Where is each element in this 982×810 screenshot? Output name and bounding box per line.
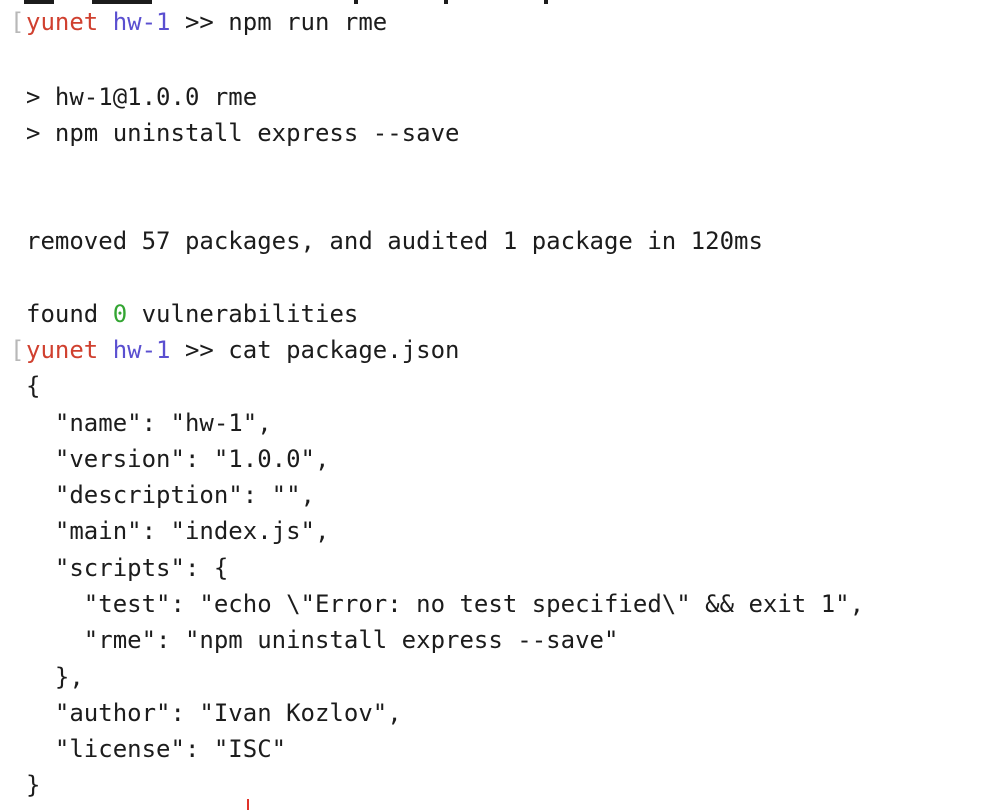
vulnerabilities-line: found 0 vulnerabilities bbox=[26, 296, 358, 332]
prompt-user: yunet bbox=[26, 336, 99, 364]
script-header-line: > hw-1@1.0.0 rme bbox=[26, 83, 258, 111]
terminal-window[interactable]: [ yunet hw-1 >> npm run rme > hw-1@1.0.0… bbox=[0, 0, 982, 810]
found-suffix: vulnerabilities bbox=[127, 300, 359, 328]
script-command-line: > npm uninstall express --save bbox=[26, 119, 460, 147]
json-line: "name": "hw-1", bbox=[26, 409, 272, 437]
text-cursor bbox=[247, 799, 249, 810]
prompt-command: cat package.json bbox=[228, 336, 460, 364]
json-line: "version": "1.0.0", bbox=[26, 445, 330, 473]
json-line: { bbox=[26, 372, 41, 400]
prompt-user: yunet bbox=[26, 8, 99, 36]
prompt-marker: [ bbox=[10, 336, 25, 364]
json-line: "rme": "npm uninstall express --save" bbox=[26, 626, 619, 654]
prompt-marker: [ bbox=[10, 8, 25, 36]
vulnerability-count: 0 bbox=[112, 300, 128, 328]
json-line: "scripts": { bbox=[26, 554, 229, 582]
prompt-separator: >> bbox=[170, 8, 229, 36]
prompt-line-2: yunet hw-1 >> cat package.json bbox=[26, 332, 459, 368]
json-line: }, bbox=[26, 663, 84, 691]
found-prefix: found bbox=[26, 300, 113, 328]
json-line: "main": "index.js", bbox=[26, 517, 330, 545]
json-line: "author": "Ivan Kozlov", bbox=[26, 699, 402, 727]
prompt-dir: hw-1 bbox=[112, 336, 171, 364]
prompt-dir: hw-1 bbox=[112, 8, 171, 36]
json-line: } bbox=[26, 771, 41, 799]
json-line: "description": "", bbox=[26, 481, 315, 509]
prompt-line-1: yunet hw-1 >> npm run rme bbox=[26, 4, 387, 40]
json-line: "license": "ISC" bbox=[26, 735, 287, 763]
prompt-command: npm run rme bbox=[228, 8, 388, 36]
prompt-separator: >> bbox=[170, 336, 229, 364]
json-line: "test": "echo \"Error: no test specified… bbox=[26, 590, 865, 618]
removed-packages-line: removed 57 packages, and audited 1 packa… bbox=[26, 227, 763, 255]
